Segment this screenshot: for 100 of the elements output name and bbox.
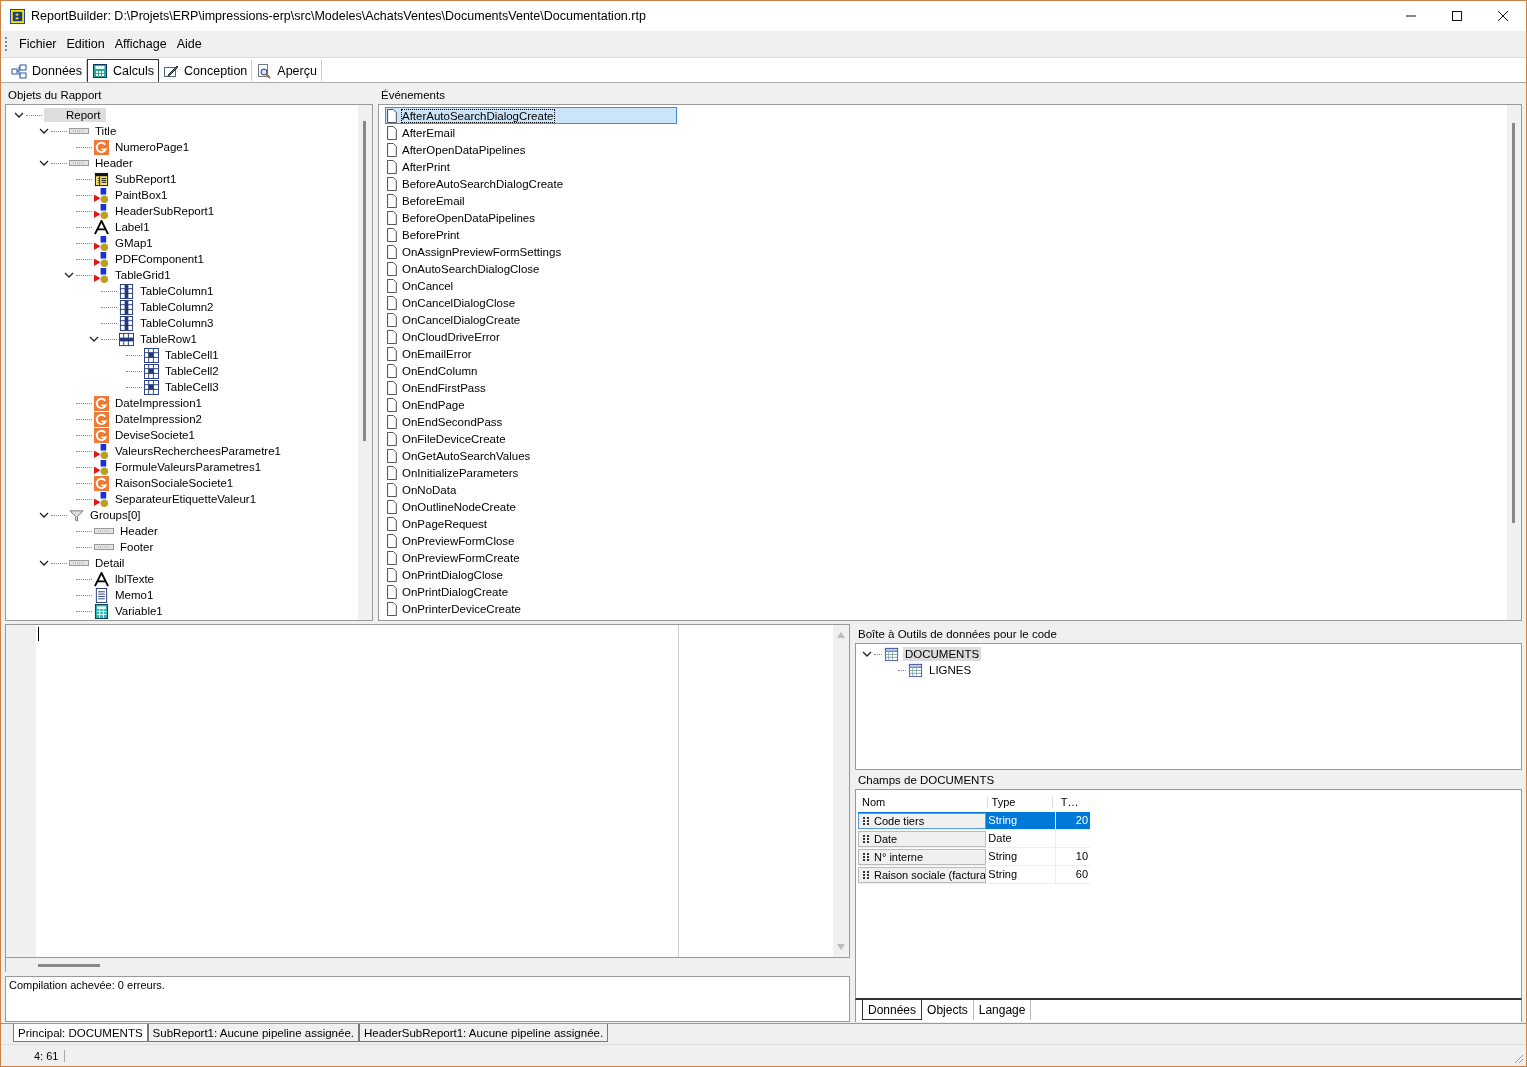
tree-item[interactable]: DateImpression2 xyxy=(113,412,204,426)
tab[interactable]: HeaderSubReport1: Aucune pipeline assignée. xyxy=(359,1024,609,1042)
tree-item[interactable]: LIGNES xyxy=(927,663,974,677)
tree-item[interactable]: TableColumn2 xyxy=(138,300,216,314)
tree-item[interactable]: TableGrid1 xyxy=(113,268,173,282)
tab[interactable]: Objects xyxy=(922,1000,974,1020)
chevron-icon[interactable] xyxy=(39,558,49,568)
event-item[interactable]: OnEmailError xyxy=(385,345,677,362)
tree-item[interactable]: TableColumn1 xyxy=(138,284,216,298)
event-item[interactable]: OnOutlineNodeCreate xyxy=(385,498,677,515)
tree-item[interactable]: TableCell1 xyxy=(163,348,221,362)
chevron-icon[interactable] xyxy=(39,510,49,520)
tree-item[interactable]: Header xyxy=(118,524,160,538)
event-item[interactable]: OnEndFirstPass xyxy=(385,379,677,396)
menu-item[interactable]: Fichier xyxy=(19,37,57,51)
event-item[interactable]: AfterPrint xyxy=(385,158,677,175)
chevron-icon[interactable] xyxy=(14,110,24,120)
tree-item[interactable]: Title xyxy=(93,124,119,138)
tree-item[interactable]: PaintBox1 xyxy=(113,188,170,202)
event-item[interactable]: OnNoData xyxy=(385,481,677,498)
tree-item[interactable]: PDFComponent1 xyxy=(113,252,206,266)
tree-item[interactable]: RaisonSocialeSociete1 xyxy=(113,476,236,490)
tree-item[interactable]: Footer xyxy=(118,540,156,554)
event-item[interactable]: OnAutoSearchDialogClose xyxy=(385,260,677,277)
tree-item[interactable]: DateImpression1 xyxy=(113,396,204,410)
tree-item[interactable]: lblTexte xyxy=(113,572,156,586)
event-item[interactable]: OnCloudDriveError xyxy=(385,328,677,345)
event-item[interactable]: OnFileDeviceCreate xyxy=(385,430,677,447)
event-item[interactable]: OnPrintDialogClose xyxy=(385,566,677,583)
window-title: ReportBuilder: D:\Projets\ERP\impressions-erp\src\Modeles\AchatsVentes\DocumentsVente\Documentation.rtp xyxy=(31,9,646,23)
event-item[interactable]: OnEndPage xyxy=(385,396,677,413)
tree-item[interactable]: DeviseSociete1 xyxy=(113,428,197,442)
event-item[interactable]: BeforeOpenDataPipelines xyxy=(385,209,677,226)
event-item[interactable]: OnAssignPreviewFormSettings xyxy=(385,243,677,260)
g-logo-icon xyxy=(94,475,109,491)
menu-item[interactable]: Affichage xyxy=(114,37,167,51)
tree-item[interactable]: TableColumn3 xyxy=(138,316,216,330)
event-item[interactable]: AfterAutoSearchDialogCreate xyxy=(385,107,677,124)
event-item[interactable]: OnGetAutoSearchValues xyxy=(385,447,677,464)
event-item[interactable]: OnPrintDialogCreate xyxy=(385,583,677,600)
tree-item[interactable]: HeaderSubReport1 xyxy=(113,204,217,218)
event-item[interactable]: OnPrinterDeviceCreate xyxy=(385,600,677,617)
tree-item[interactable]: SeparateurEtiquetteValeur1 xyxy=(113,492,259,506)
chevron-icon[interactable] xyxy=(862,649,872,659)
chevron-icon[interactable] xyxy=(89,334,99,344)
tab[interactable]: Données xyxy=(862,1000,923,1020)
scrollbar[interactable] xyxy=(358,105,372,620)
tree-item[interactable]: NumeroPage1 xyxy=(113,140,192,154)
event-item[interactable]: OnCancelDialogCreate xyxy=(385,311,677,328)
chevron-icon[interactable] xyxy=(39,126,49,136)
tree-item[interactable]: Memo1 xyxy=(113,588,156,602)
tab[interactable]: Principal: DOCUMENTS xyxy=(13,1024,148,1042)
tree-item[interactable]: TableCell2 xyxy=(163,364,221,378)
scrollbar[interactable] xyxy=(38,964,100,967)
event-item[interactable]: BeforeEmail xyxy=(385,192,677,209)
event-item[interactable]: AfterEmail xyxy=(385,124,677,141)
field-row[interactable]: Code tiers String 20 xyxy=(858,812,1090,830)
column-header[interactable]: Nom xyxy=(858,796,987,808)
tree-item[interactable]: Header xyxy=(93,156,135,170)
field-name: Code tiers xyxy=(874,814,925,827)
event-item[interactable]: OnCancelDialogClose xyxy=(385,294,677,311)
resize-grip-icon[interactable] xyxy=(1514,1054,1524,1064)
event-item[interactable]: OnPreviewFormClose xyxy=(385,532,677,549)
menu-item[interactable]: Edition xyxy=(66,37,105,51)
tree-item[interactable]: TableRow1 xyxy=(138,332,199,346)
event-item[interactable]: OnCancel xyxy=(385,277,677,294)
tree-item[interactable]: GMap1 xyxy=(113,236,155,250)
tab[interactable]: Calculs xyxy=(87,59,160,82)
chevron-icon[interactable] xyxy=(39,158,49,168)
tab[interactable]: Langage xyxy=(973,1000,1032,1020)
event-item[interactable]: BeforePrint xyxy=(385,226,677,243)
event-item[interactable]: OnInitializeParameters xyxy=(385,464,677,481)
event-item[interactable]: AfterOpenDataPipelines xyxy=(385,141,677,158)
field-type: String xyxy=(986,812,1057,829)
panel-title: Objets du Rapport xyxy=(7,88,103,103)
chevron-icon[interactable] xyxy=(64,270,74,280)
event-item[interactable]: OnEndSecondPass xyxy=(385,413,677,430)
tab[interactable]: Aperçu xyxy=(252,60,322,81)
event-item[interactable]: OnEndColumn xyxy=(385,362,677,379)
tree-item[interactable]: TableCell3 xyxy=(163,380,221,394)
tree-item[interactable]: Label1 xyxy=(113,220,152,234)
scrollbar[interactable] xyxy=(1507,105,1521,620)
tab[interactable]: SubReport1: Aucune pipeline assignée. xyxy=(147,1024,359,1042)
tree-item[interactable]: Groups[0] xyxy=(88,508,143,522)
tree-item[interactable]: DOCUMENTS xyxy=(903,647,982,661)
tree-item[interactable]: Report xyxy=(44,108,106,122)
tree-item[interactable]: FormuleValeursParametres1 xyxy=(113,460,264,474)
column-header[interactable]: T… xyxy=(1051,796,1090,808)
tab[interactable]: Conception xyxy=(159,60,253,81)
event-item[interactable]: BeforeAutoSearchDialogCreate xyxy=(385,175,677,192)
event-item[interactable]: OnPreviewFormCreate xyxy=(385,549,677,566)
shapes-icon xyxy=(94,251,109,267)
tree-item[interactable]: SubReport1 xyxy=(113,172,179,186)
event-item[interactable]: OnPageRequest xyxy=(385,515,677,532)
tree-item[interactable]: Detail xyxy=(93,556,127,570)
tree-item[interactable]: Variable1 xyxy=(113,604,165,618)
document-icon xyxy=(386,567,397,582)
tree-item[interactable]: ValeursRechercheesParametre1 xyxy=(113,444,283,458)
column-header[interactable]: Type xyxy=(986,796,1052,808)
menu-item[interactable]: Aide xyxy=(176,37,202,51)
